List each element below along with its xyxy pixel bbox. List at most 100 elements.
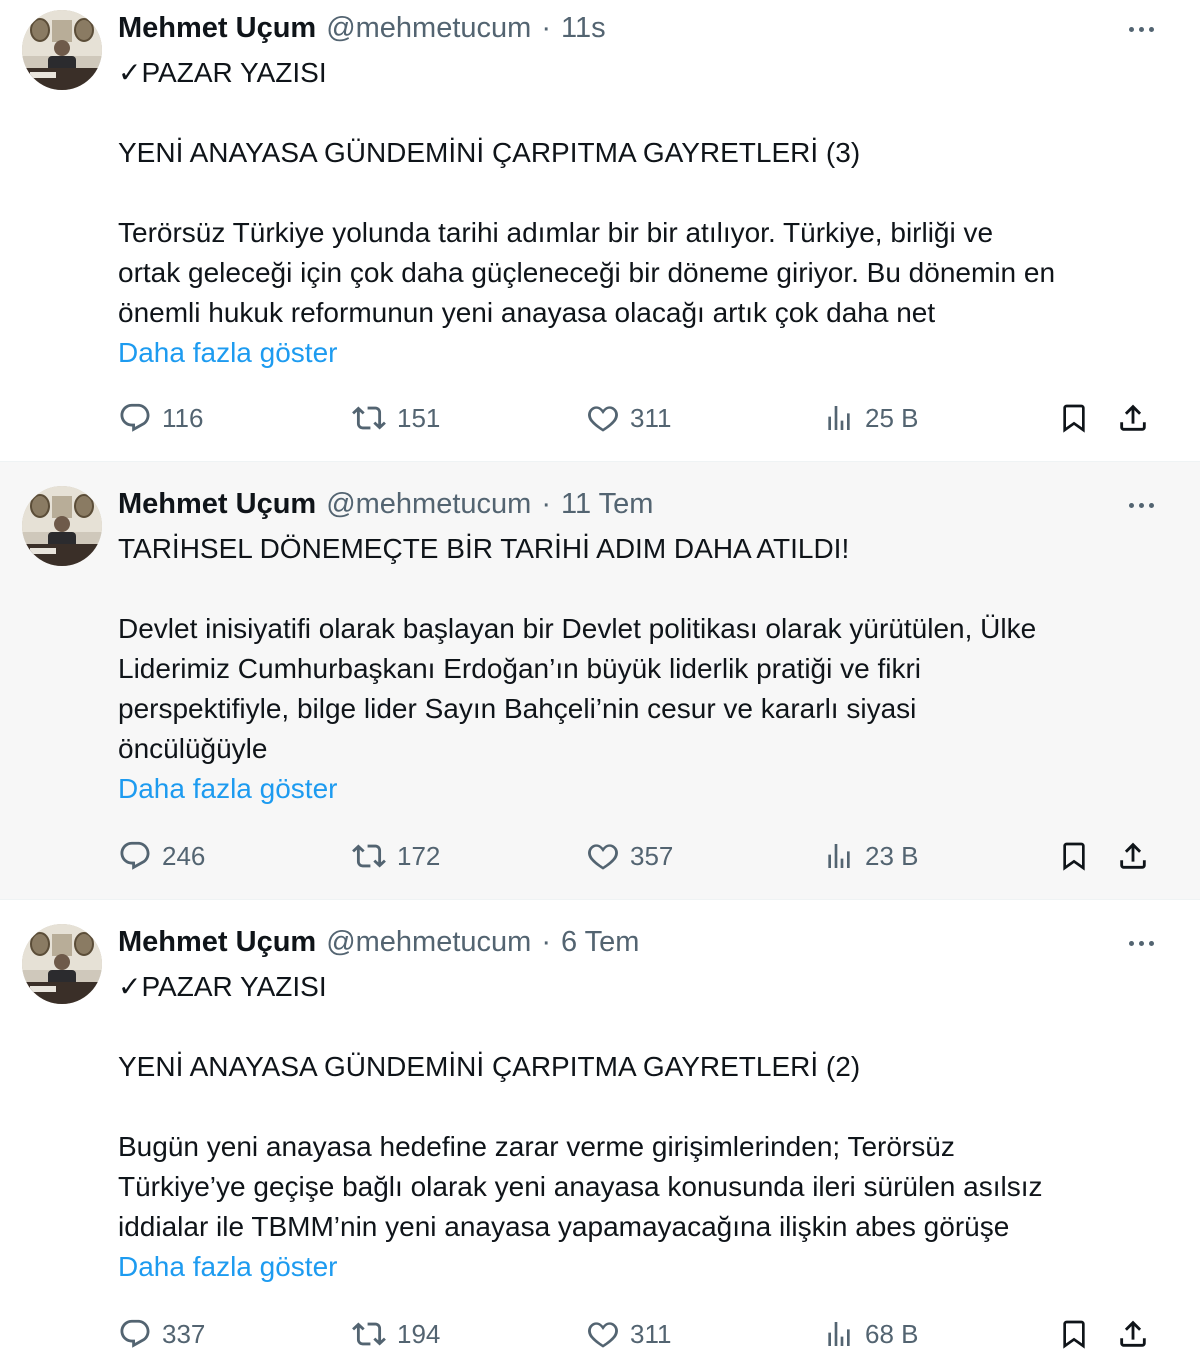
action-bar: 246 172 357 23 B: [118, 836, 1158, 876]
reply-icon: [120, 841, 150, 870]
views-count: 25 B: [865, 402, 919, 433]
action-bar: 116 151 311 25 B: [118, 398, 1158, 438]
avatar[interactable]: [22, 10, 102, 90]
repost-icon: [352, 844, 386, 868]
timeline-feed: Mehmet Uçum @mehmetucum · 11s ✓PAZAR YAZ…: [0, 0, 1200, 1372]
repost-button[interactable]: 172: [351, 836, 440, 876]
tweet-line: ✓PAZAR YAZISI: [118, 971, 327, 1002]
like-button[interactable]: 311: [586, 398, 671, 438]
views-count: 68 B: [865, 1318, 919, 1349]
timestamp[interactable]: 11 Tem: [561, 488, 653, 521]
repost-count: 151: [397, 402, 441, 433]
share-icon: [1120, 1320, 1146, 1347]
views-button[interactable]: 23 B: [823, 836, 919, 876]
separator-dot: ·: [541, 925, 551, 958]
author-name[interactable]: Mehmet Uçum: [118, 488, 316, 521]
bookmark-button[interactable]: [1058, 1314, 1090, 1354]
tweet-line: ortak geleceği için çok daha güçleneceği…: [118, 257, 1056, 288]
reply-count: 246: [162, 840, 206, 871]
tweet-line: Bugün yeni anayasa hedefine zarar verme …: [118, 1131, 955, 1162]
tweet-header: Mehmet Uçum @mehmetucum · 11s: [118, 10, 606, 46]
heart-icon: [588, 844, 618, 870]
bookmark-button[interactable]: [1058, 398, 1090, 438]
tweet-line: TARİHSEL DÖNEMEÇTE BİR TARİHİ ADIM DAHA …: [118, 533, 850, 564]
reply-count: 337: [162, 1318, 206, 1349]
repost-icon: [352, 406, 386, 430]
timestamp[interactable]: 6 Tem: [561, 926, 639, 959]
more-icon[interactable]: [1122, 924, 1160, 962]
share-icon: [1120, 842, 1146, 869]
tweet-line: iddialar ile TBMM’nin yeni anayasa yapam…: [118, 1211, 1010, 1242]
bookmark-icon: [1063, 404, 1085, 433]
tweet[interactable]: Mehmet Uçum @mehmetucum · 6 Tem ✓PAZAR Y…: [0, 900, 1200, 1372]
like-button[interactable]: 311: [586, 1314, 671, 1354]
show-more-link[interactable]: Daha fazla göster: [118, 1247, 1168, 1287]
show-more-link[interactable]: Daha fazla göster: [118, 333, 1168, 373]
reply-button[interactable]: 246: [118, 836, 205, 876]
tweet[interactable]: Mehmet Uçum @mehmetucum · 11s ✓PAZAR YAZ…: [0, 0, 1200, 462]
show-more-link[interactable]: Daha fazla göster: [118, 769, 1168, 809]
views-count: 23 B: [865, 840, 919, 871]
views-icon: [828, 1322, 850, 1346]
views-button[interactable]: 25 B: [823, 398, 919, 438]
tweet-line: perspektifiyle, bilge lider Sayın Bahçel…: [118, 693, 917, 724]
tweet-header: Mehmet Uçum @mehmetucum · 6 Tem: [118, 924, 639, 960]
heart-icon: [588, 1322, 618, 1348]
share-button[interactable]: [1116, 836, 1150, 876]
reply-icon: [120, 1319, 150, 1348]
tweet-line: [118, 93, 1168, 133]
avatar[interactable]: [22, 924, 102, 1004]
share-button[interactable]: [1116, 398, 1150, 438]
tweet-line: [118, 569, 1168, 609]
avatar[interactable]: [22, 486, 102, 566]
author-name[interactable]: Mehmet Uçum: [118, 926, 316, 959]
tweet[interactable]: Mehmet Uçum @mehmetucum · 11 Tem TARİHSE…: [0, 462, 1200, 900]
views-icon: [828, 406, 850, 430]
author-handle[interactable]: @mehmetucum: [326, 488, 531, 521]
tweet-text: ✓PAZAR YAZISI YENİ ANAYASA GÜNDEMİNİ ÇAR…: [118, 967, 1168, 1287]
tweet-line: [118, 1007, 1168, 1047]
tweet-text: ✓PAZAR YAZISI YENİ ANAYASA GÜNDEMİNİ ÇAR…: [118, 53, 1168, 373]
author-handle[interactable]: @mehmetucum: [326, 12, 531, 45]
tweet-text: TARİHSEL DÖNEMEÇTE BİR TARİHİ ADIM DAHA …: [118, 529, 1168, 809]
tweet-line: Liderimiz Cumhurbaşkanı Erdoğan’ın büyük…: [118, 653, 922, 684]
more-icon[interactable]: [1122, 10, 1160, 48]
separator-dot: ·: [541, 487, 551, 520]
author-handle[interactable]: @mehmetucum: [326, 926, 531, 959]
separator-dot: ·: [541, 11, 551, 44]
like-count: 311: [630, 1318, 672, 1349]
share-icon: [1120, 404, 1146, 431]
reply-count: 116: [162, 402, 204, 433]
bookmark-icon: [1063, 842, 1085, 871]
tweet-line: Terörsüz Türkiye yolunda tarihi adımlar …: [118, 217, 994, 248]
reply-button[interactable]: 337: [118, 1314, 205, 1354]
tweet-line: YENİ ANAYASA GÜNDEMİNİ ÇARPITMA GAYRETLE…: [118, 1051, 861, 1082]
tweet-line: [118, 1087, 1168, 1127]
repost-button[interactable]: 151: [351, 398, 440, 438]
like-count: 311: [630, 402, 672, 433]
views-icon: [828, 844, 850, 868]
tweet-line: Türkiye’ye geçişe bağlı olarak yeni anay…: [118, 1171, 1043, 1202]
share-button[interactable]: [1116, 1314, 1150, 1354]
tweet-line: önemli hukuk reformunun yeni anayasa ola…: [118, 297, 936, 328]
bookmark-button[interactable]: [1058, 836, 1090, 876]
author-name[interactable]: Mehmet Uçum: [118, 12, 316, 45]
heart-icon: [588, 406, 618, 432]
bookmark-icon: [1063, 1320, 1085, 1349]
repost-icon: [352, 1322, 386, 1346]
tweet-header: Mehmet Uçum @mehmetucum · 11 Tem: [118, 486, 653, 522]
views-button[interactable]: 68 B: [823, 1314, 919, 1354]
reply-button[interactable]: 116: [118, 398, 203, 438]
tweet-line: Devlet inisiyatifi olarak başlayan bir D…: [118, 613, 1037, 644]
repost-count: 172: [397, 840, 441, 871]
tweet-line: ✓PAZAR YAZISI: [118, 57, 327, 88]
like-button[interactable]: 357: [586, 836, 673, 876]
repost-button[interactable]: 194: [351, 1314, 440, 1354]
more-icon[interactable]: [1122, 486, 1160, 524]
like-count: 357: [630, 840, 674, 871]
action-bar: 337 194 311 68 B: [118, 1314, 1158, 1354]
tweet-line: öncülüğüyle: [118, 733, 268, 764]
timestamp[interactable]: 11s: [561, 12, 606, 45]
tweet-line: [118, 173, 1168, 213]
repost-count: 194: [397, 1318, 441, 1349]
